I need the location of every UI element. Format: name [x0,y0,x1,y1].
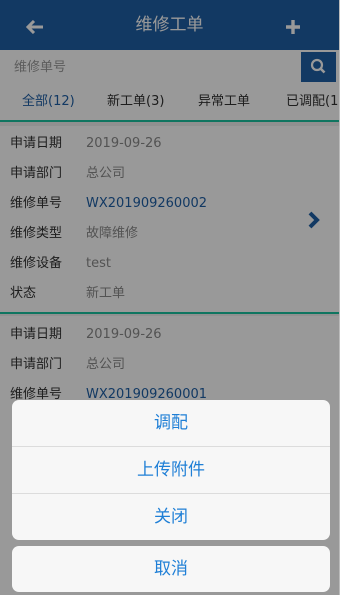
app-screen: 维修工单 全部(12) 新工单(3) 异常工单 已调配(1) 申请日期2019-… [0,0,340,595]
dispatch-option[interactable]: 调配 [12,400,330,447]
action-sheet-cancel: 取消 [12,546,330,592]
action-sheet-menu: 调配 上传附件 关闭 [12,400,330,540]
cancel-button[interactable]: 取消 [12,546,330,592]
upload-attachment-option[interactable]: 上传附件 [12,447,330,494]
close-order-option[interactable]: 关闭 [12,494,330,540]
